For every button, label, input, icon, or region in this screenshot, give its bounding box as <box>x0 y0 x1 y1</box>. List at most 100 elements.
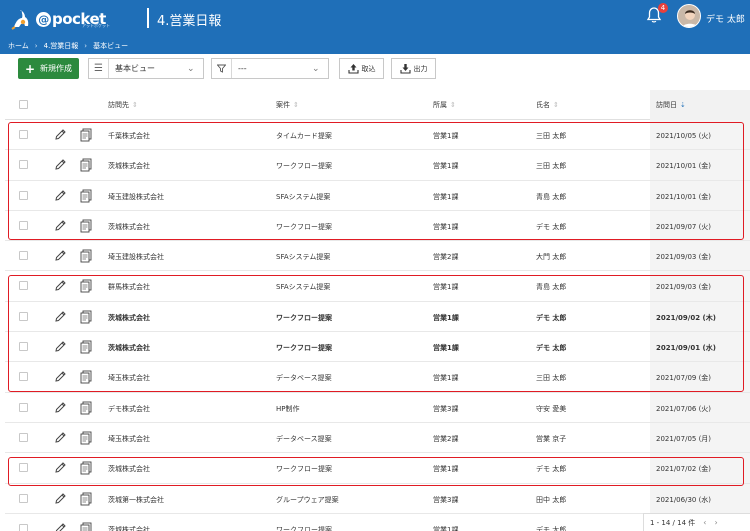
cell-visit[interactable]: 埼玉建設株式会社 <box>108 252 164 262</box>
table-row[interactable]: 茨城株式会社 ワークフロー提案 営業1課 デモ 太郎 2021/06/28 (月… <box>5 513 750 531</box>
edit-icon[interactable] <box>53 279 67 293</box>
column-header-date[interactable]: 訪問日 ⇣ <box>656 100 686 110</box>
edit-icon[interactable] <box>53 158 67 172</box>
table-row[interactable]: 群馬株式会社 SFAシステム提案 営業1課 青島 太郎 2021/09/03 (… <box>5 271 750 302</box>
table-row[interactable]: 茨城第一株式会社 グループウェア提案 営業3課 田中 太郎 2021/06/30… <box>5 483 750 514</box>
cell-dept: 営業1課 <box>433 525 459 531</box>
table-row[interactable]: デモ株式会社 HP制作 営業3課 守安 愛美 2021/07/06 (火) <box>5 392 750 423</box>
table-row[interactable]: 埼玉建設株式会社 SFAシステム提案 営業2課 大門 太郎 2021/09/03… <box>5 241 750 272</box>
table-row[interactable]: 千葉株式会社 タイムカード提案 営業1課 三田 太郎 2021/10/05 (火… <box>5 120 750 151</box>
row-checkbox[interactable] <box>19 251 28 261</box>
copy-icon[interactable] <box>80 158 92 172</box>
edit-icon[interactable] <box>53 401 67 415</box>
copy-icon[interactable] <box>80 189 92 203</box>
breadcrumb-home[interactable]: ホーム <box>8 41 29 51</box>
edit-icon[interactable] <box>53 522 67 531</box>
export-button[interactable]: 出力 <box>391 58 436 79</box>
copy-icon[interactable] <box>80 522 92 531</box>
edit-icon[interactable] <box>53 249 67 263</box>
row-checkbox[interactable] <box>19 160 28 170</box>
table-row[interactable]: 茨城株式会社 ワークフロー提案 営業1課 デモ 太郎 2021/09/02 (木… <box>5 301 750 333</box>
cell-name: デモ 太郎 <box>536 525 567 531</box>
table-row[interactable]: 茨城株式会社 ワークフロー提案 営業1課 デモ 太郎 2021/09/01 (水… <box>5 332 750 363</box>
cell-name: 営業 京子 <box>536 434 567 443</box>
row-checkbox[interactable] <box>19 402 28 412</box>
row-checkbox[interactable] <box>19 372 28 382</box>
column-header-case[interactable]: 案件 ⇕ <box>276 100 299 110</box>
copy-icon[interactable] <box>80 249 92 263</box>
cell-date: 2021/07/05 (月) <box>656 434 712 443</box>
cell-visit[interactable]: 茨城株式会社 <box>108 525 150 531</box>
import-button[interactable]: 取込 <box>339 58 384 79</box>
column-header-name[interactable]: 氏名 ⇕ <box>536 100 559 110</box>
row-checkbox[interactable] <box>19 220 28 230</box>
edit-icon[interactable] <box>53 189 67 203</box>
cell-date: 2021/09/02 (木) <box>656 313 716 322</box>
cell-visit[interactable]: 埼玉建設株式会社 <box>108 192 164 202</box>
next-page-icon[interactable]: › <box>714 518 717 527</box>
cell-visit[interactable]: 埼玉株式会社 <box>108 434 150 444</box>
cell-dept: 営業1課 <box>433 162 459 171</box>
cell-dept: 営業1課 <box>433 344 459 353</box>
prev-page-icon[interactable]: ‹ <box>703 518 706 527</box>
edit-icon[interactable] <box>53 431 67 445</box>
table-row[interactable]: 茨城株式会社 ワークフロー提案 営業1課 デモ 太郎 2021/09/07 (火… <box>5 210 750 242</box>
cell-visit[interactable]: 茨城株式会社 <box>108 343 150 353</box>
table-row[interactable]: 埼玉建設株式会社 SFAシステム提案 営業1課 青島 太郎 2021/10/01… <box>5 180 750 211</box>
select-all-checkbox[interactable] <box>19 100 28 109</box>
row-checkbox[interactable] <box>19 190 28 200</box>
cell-visit[interactable]: 茨城第一株式会社 <box>108 495 164 505</box>
copy-icon[interactable] <box>80 128 92 142</box>
cell-case: タイムカード提案 <box>276 132 332 140</box>
table-row[interactable]: 茨城株式会社 ワークフロー提案 営業1課 三田 太郎 2021/10/01 (金… <box>5 150 750 181</box>
cell-visit[interactable]: 茨城株式会社 <box>108 161 150 171</box>
cell-visit[interactable]: 茨城株式会社 <box>108 222 150 232</box>
table-row[interactable]: 埼玉株式会社 データベース提案 営業2課 営業 京子 2021/07/05 (月… <box>5 422 750 454</box>
new-record-button[interactable]: + 新規作成 <box>18 58 79 79</box>
row-checkbox[interactable] <box>19 493 28 503</box>
copy-icon[interactable] <box>80 461 92 475</box>
edit-icon[interactable] <box>53 128 67 142</box>
edit-icon[interactable] <box>53 310 67 324</box>
cell-visit[interactable]: 茨城株式会社 <box>108 313 150 323</box>
cell-visit[interactable]: 埼玉株式会社 <box>108 373 150 383</box>
row-checkbox[interactable] <box>19 130 28 139</box>
row-checkbox[interactable] <box>19 523 28 531</box>
table-header: 訪問先 ⇕ 案件 ⇕ 所属 ⇕ 氏名 ⇕ 訪問日 ⇣ <box>5 90 750 120</box>
edit-icon[interactable] <box>53 219 67 233</box>
copy-icon[interactable] <box>80 492 92 506</box>
row-checkbox[interactable] <box>19 311 28 321</box>
user-name[interactable]: デモ 太郎 <box>706 12 745 25</box>
cell-visit[interactable]: 茨城株式会社 <box>108 464 150 474</box>
edit-icon[interactable] <box>53 370 67 384</box>
row-checkbox[interactable] <box>19 463 28 473</box>
view-select[interactable]: ☰ 基本ビュー ⌄ <box>88 58 204 79</box>
copy-icon[interactable] <box>80 401 92 415</box>
copy-icon[interactable] <box>80 431 92 445</box>
copy-icon[interactable] <box>80 219 92 233</box>
row-checkbox[interactable] <box>19 342 28 352</box>
row-checkbox[interactable] <box>19 432 28 442</box>
copy-icon[interactable] <box>80 310 92 324</box>
table-row[interactable]: 茨城株式会社 ワークフロー提案 営業1課 デモ 太郎 2021/07/02 (金… <box>5 453 750 484</box>
copy-icon[interactable] <box>80 340 92 354</box>
cell-dept: 営業2課 <box>433 253 459 262</box>
cell-visit[interactable]: 群馬株式会社 <box>108 282 150 292</box>
column-header-visit[interactable]: 訪問先 ⇕ <box>108 100 138 110</box>
cell-case: ワークフロー提案 <box>276 525 332 531</box>
row-checkbox[interactable] <box>19 281 28 291</box>
breadcrumb-app[interactable]: 4.営業日報 <box>44 41 79 51</box>
filter-select[interactable]: --- ⌄ <box>211 58 329 79</box>
edit-icon[interactable] <box>53 461 67 475</box>
edit-icon[interactable] <box>53 340 67 354</box>
cell-visit[interactable]: 千葉株式会社 <box>108 131 150 141</box>
sort-icon: ⇕ <box>293 101 299 109</box>
column-header-dept[interactable]: 所属 ⇕ <box>433 100 456 110</box>
copy-icon[interactable] <box>80 370 92 384</box>
toolbar: + 新規作成 ☰ 基本ビュー ⌄ --- ⌄ 取込 出力 <box>0 54 750 84</box>
table-row[interactable]: 埼玉株式会社 データベース提案 営業1課 三田 太郎 2021/07/09 (金… <box>5 362 750 393</box>
copy-icon[interactable] <box>80 279 92 293</box>
cell-visit[interactable]: デモ株式会社 <box>108 404 150 414</box>
edit-icon[interactable] <box>53 492 67 506</box>
avatar[interactable] <box>677 4 701 28</box>
